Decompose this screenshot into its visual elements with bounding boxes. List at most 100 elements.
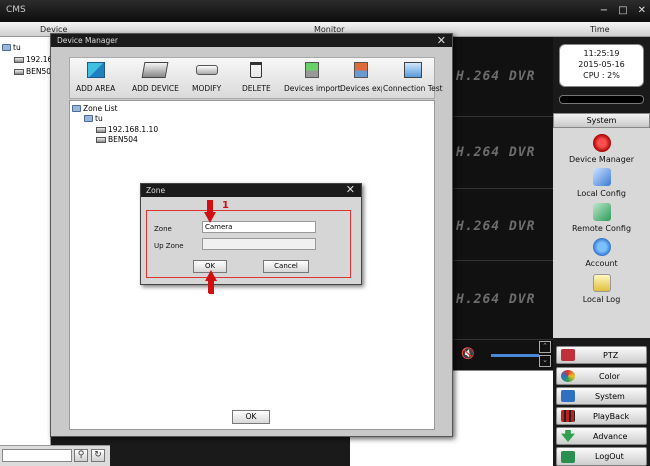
local-log-icon bbox=[592, 274, 611, 292]
ptz-icon bbox=[561, 349, 575, 361]
connection-test-label: Connection Test bbox=[383, 84, 443, 93]
add-area-label: ADD AREA bbox=[76, 84, 116, 93]
tree-root[interactable]: tu bbox=[2, 43, 21, 52]
scroll-down-icon[interactable]: ⌄ bbox=[539, 355, 551, 367]
zone-list-label: Zone List bbox=[83, 104, 118, 113]
modify-button[interactable]: MODIFY bbox=[192, 62, 221, 93]
up-zone-label: Up Zone bbox=[154, 242, 184, 250]
audio-controls: 🔇 ⌃ ⌄ bbox=[453, 340, 553, 370]
zone-list-icon bbox=[72, 105, 81, 112]
system-panel: Device Manager Local Config Remote Confi… bbox=[553, 128, 650, 338]
up-arrow-icon bbox=[205, 270, 217, 293]
up-zone-input[interactable] bbox=[202, 238, 316, 250]
volume-slider[interactable] bbox=[491, 354, 539, 357]
zone-dialog: Zone ✕ Zone Up Zone OK Cancel 1 2 bbox=[140, 183, 362, 297]
account-button[interactable]: Account bbox=[553, 238, 650, 268]
color-icon bbox=[561, 370, 575, 382]
add-device-button[interactable]: ADD DEVICE bbox=[132, 62, 179, 93]
local-log-button[interactable]: Local Log bbox=[553, 274, 650, 304]
dvr-icon bbox=[96, 126, 106, 133]
dvr-icon bbox=[96, 136, 106, 143]
color-button[interactable]: Color bbox=[556, 367, 647, 385]
dvr-label: H.264 DVR bbox=[456, 145, 536, 160]
device-manager-label: Device Manager bbox=[569, 155, 634, 164]
device-node[interactable]: 192.168.1.10 bbox=[96, 125, 158, 134]
devices-import-button[interactable]: Devices import bbox=[284, 62, 341, 93]
close-icon[interactable]: ✕ bbox=[437, 34, 446, 47]
dvr-icon bbox=[14, 68, 24, 75]
zone-cancel-button[interactable]: Cancel bbox=[263, 260, 309, 273]
zone-name-input[interactable] bbox=[202, 221, 316, 233]
add-area-icon bbox=[86, 62, 105, 78]
local-config-button[interactable]: Local Config bbox=[553, 168, 650, 198]
minimize-icon[interactable]: − bbox=[600, 5, 608, 16]
speaker-muted-icon[interactable]: 🔇 bbox=[461, 347, 475, 361]
logout-label: LogOut bbox=[595, 452, 624, 461]
down-arrow-icon bbox=[204, 200, 216, 223]
remote-config-label: Remote Config bbox=[571, 224, 632, 233]
connection-test-button[interactable]: Connection Test bbox=[383, 62, 443, 93]
tree-root-label: tu bbox=[13, 43, 21, 52]
refresh-icon[interactable]: ↻ bbox=[91, 449, 105, 462]
local-config-label: Local Config bbox=[577, 189, 626, 198]
maximize-icon[interactable]: □ bbox=[618, 5, 627, 16]
device-search-input[interactable] bbox=[2, 449, 72, 462]
system-panel-header: System bbox=[553, 113, 650, 128]
delete-label: DELETE bbox=[242, 84, 271, 93]
device-node-label: BEN504 bbox=[108, 135, 138, 144]
local-log-label: Local Log bbox=[582, 295, 621, 304]
device-manager-icon bbox=[592, 134, 611, 152]
dvr-icon bbox=[14, 56, 24, 63]
device-manager-ok-button[interactable]: OK bbox=[232, 410, 270, 424]
add-area-button[interactable]: ADD AREA bbox=[76, 62, 115, 93]
delete-button[interactable]: DELETE bbox=[242, 62, 271, 93]
clock-time: 11:25:19 bbox=[583, 49, 620, 58]
zone-node[interactable]: tu bbox=[84, 114, 103, 123]
remote-config-button[interactable]: Remote Config bbox=[553, 203, 650, 233]
advance-label: Advance bbox=[593, 431, 628, 441]
close-icon[interactable]: ✕ bbox=[346, 183, 355, 196]
devices-import-icon bbox=[305, 62, 320, 78]
remote-config-icon bbox=[592, 203, 611, 221]
zone-icon bbox=[84, 115, 93, 122]
playback-button[interactable]: PlayBack bbox=[556, 407, 647, 425]
cpu-usage: CPU : 2% bbox=[583, 71, 620, 80]
app-titlebar: CMS bbox=[0, 0, 650, 22]
zone-icon bbox=[2, 44, 11, 51]
delete-icon bbox=[250, 62, 263, 78]
zone-list-root[interactable]: Zone List bbox=[72, 104, 118, 113]
add-device-icon bbox=[142, 62, 169, 78]
header-time: Time bbox=[590, 25, 610, 34]
zone-node-label: tu bbox=[95, 114, 103, 123]
close-icon[interactable]: ✕ bbox=[638, 5, 646, 16]
dvr-label: H.264 DVR bbox=[456, 69, 536, 84]
system-button[interactable]: System bbox=[556, 387, 647, 405]
app-title: CMS bbox=[6, 5, 26, 15]
advance-button[interactable]: Advance bbox=[556, 427, 647, 445]
playback-icon bbox=[561, 410, 575, 422]
device-node-label: 192.168.1.10 bbox=[108, 125, 159, 134]
device-manager-toolbar: ADD AREA ADD DEVICE MODIFY DELETE Device… bbox=[69, 57, 443, 99]
logout-button[interactable]: LogOut bbox=[556, 447, 647, 466]
annotation-marker-1: 1 bbox=[222, 200, 229, 211]
device-manager-button[interactable]: Device Manager bbox=[553, 134, 650, 164]
connection-test-icon bbox=[403, 62, 422, 78]
account-label: Account bbox=[585, 259, 618, 268]
ptz-button[interactable]: PTZ bbox=[556, 346, 647, 364]
devices-export-label: Devices expo bbox=[340, 84, 382, 93]
devices-export-icon bbox=[354, 62, 368, 78]
scroll-up-icon[interactable]: ⌃ bbox=[539, 341, 551, 353]
search-icon[interactable]: ⚲ bbox=[74, 449, 88, 462]
devices-import-label: Devices import bbox=[284, 84, 341, 93]
logout-icon bbox=[561, 450, 575, 463]
local-config-icon bbox=[592, 168, 611, 186]
dvr-label: H.264 DVR bbox=[456, 292, 536, 307]
dvr-label: H.264 DVR bbox=[456, 219, 536, 234]
clock-panel: 11:25:19 2015-05-16 CPU : 2% bbox=[559, 44, 644, 87]
devices-export-button[interactable]: Devices expo bbox=[340, 62, 382, 93]
device-node[interactable]: BEN504 bbox=[96, 135, 138, 144]
modify-label: MODIFY bbox=[192, 84, 222, 93]
color-label: Color bbox=[599, 371, 620, 381]
device-manager-titlebar: Device Manager bbox=[51, 34, 452, 47]
system-icon bbox=[561, 390, 575, 402]
